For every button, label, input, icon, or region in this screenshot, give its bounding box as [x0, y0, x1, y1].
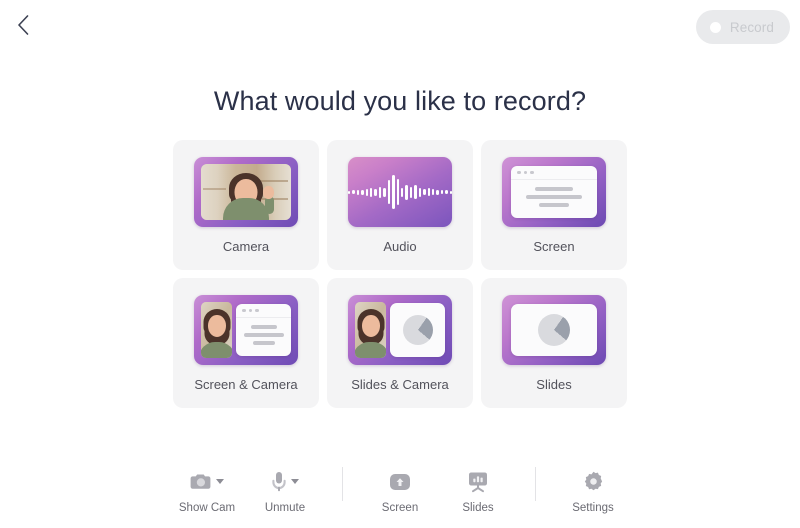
toolbar-item-slides[interactable]: Slides	[439, 467, 517, 515]
record-mode-grid: Camera Audio Screen Screen & Camera Slid…	[173, 140, 627, 408]
record-option-label: Slides & Camera	[351, 377, 449, 392]
slides-and-camera-thumbnail	[348, 295, 452, 365]
toolbar-item-label: Slides	[462, 501, 494, 514]
window-dot	[530, 170, 534, 175]
back-button[interactable]	[8, 10, 38, 40]
record-option-audio[interactable]: Audio	[327, 140, 473, 270]
toolbar-item-show-cam[interactable]: Show Cam	[168, 467, 246, 515]
person-hand	[263, 186, 274, 199]
screen-and-camera-thumbnail	[194, 295, 298, 365]
bottom-toolbar: Show Cam Unmute Screen Slides Settings	[0, 466, 800, 515]
window-dot	[255, 308, 259, 313]
toolbar-item-label: Show Cam	[178, 501, 236, 514]
presentation-icon	[469, 472, 487, 493]
toolbar-item-screen[interactable]: Screen	[361, 467, 439, 515]
chevron-down-icon[interactable]	[216, 479, 224, 484]
record-option-label: Camera	[222, 239, 270, 254]
camera-icon	[190, 474, 211, 489]
record-option-label: Slides	[536, 377, 572, 392]
record-option-label: Screen	[533, 239, 575, 254]
record-option-screen[interactable]: Screen	[481, 140, 627, 270]
audio-waveform-thumbnail	[348, 157, 452, 227]
pie-chart-icon	[402, 315, 433, 345]
person-body	[355, 342, 386, 358]
toolbar-divider	[342, 466, 343, 501]
top-bar: Record	[0, 0, 800, 54]
camera-portrait	[201, 302, 232, 358]
chevron-left-icon	[17, 15, 28, 35]
slide-mockup	[390, 303, 445, 357]
toolbar-item-label: Screen	[381, 501, 419, 514]
chevron-down-icon[interactable]	[291, 479, 299, 484]
window-dot	[517, 170, 521, 175]
camera-thumbnail	[194, 157, 298, 227]
record-option-camera[interactable]: Camera	[173, 140, 319, 270]
person-face	[361, 315, 380, 337]
window-content-lines	[236, 318, 291, 345]
slides-thumbnail	[502, 295, 606, 365]
record-option-slides-camera[interactable]: Slides & Camera	[327, 278, 473, 408]
window-mockup	[511, 166, 597, 218]
record-option-screen-camera[interactable]: Screen & Camera	[173, 278, 319, 408]
screen-window-thumbnail	[502, 157, 606, 227]
record-option-slides[interactable]: Slides	[481, 278, 627, 408]
record-dot-icon	[709, 21, 721, 33]
waveform-icon	[348, 157, 452, 227]
window-mockup	[236, 304, 291, 356]
toolbar-item-unmute[interactable]: Unmute	[246, 467, 324, 515]
toolbar-item-label: Unmute	[264, 501, 306, 514]
microphone-icon	[272, 471, 286, 491]
toolbar-item-label: Settings	[572, 501, 614, 514]
window-dot	[242, 308, 246, 313]
shelf-line	[202, 188, 227, 190]
camera-portrait	[355, 302, 386, 358]
screen-share-icon	[390, 473, 410, 490]
record-button[interactable]: Record	[695, 10, 790, 44]
person-body	[201, 342, 232, 358]
window-dot	[248, 308, 252, 313]
camera-photo	[201, 164, 291, 220]
window-titlebar	[236, 304, 291, 318]
gear-icon	[584, 471, 602, 491]
pie-chart-icon	[538, 314, 570, 346]
window-titlebar	[511, 166, 597, 180]
page-title: What would you like to record?	[213, 86, 587, 116]
record-button-label: Record	[729, 19, 774, 35]
record-option-label: Screen & Camera	[194, 377, 298, 392]
person-face	[207, 315, 226, 337]
slide-mockup	[511, 304, 597, 356]
window-dot	[523, 170, 527, 175]
toolbar-item-settings[interactable]: Settings	[554, 467, 632, 515]
window-content-lines	[511, 180, 597, 207]
record-option-label: Audio	[383, 239, 417, 254]
toolbar-divider	[535, 466, 536, 501]
